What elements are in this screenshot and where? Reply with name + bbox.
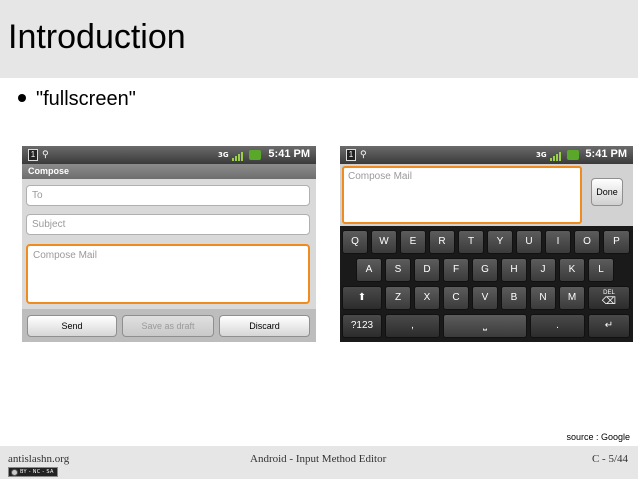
compose-button-bar: Send Save as draft Discard [22,309,316,342]
fullscreen-extract-area: Compose Mail Done [340,164,633,226]
bullet-item: "fullscreen" [18,88,136,111]
status-time: 5:41 PM [585,148,627,160]
comma-key[interactable]: , [385,314,440,338]
battery-icon [567,150,579,160]
compose-header: Compose [22,164,316,179]
usb-icon: ⚲ [360,150,367,160]
slide-footer: antislashn.org Android - Input Method Ed… [0,446,638,479]
slide-title: Introduction [8,18,186,56]
subject-field[interactable]: Subject [26,214,310,235]
key-l[interactable]: L [588,258,614,282]
key-h[interactable]: H [501,258,527,282]
symbols-key[interactable]: ?123 [342,314,382,338]
footer-topic: Android - Input Method Editor [250,453,387,465]
key-u[interactable]: U [516,230,542,254]
compose-mail-fullscreen-field[interactable]: Compose Mail [342,166,582,224]
compose-body: Compose To Subject Compose Mail Send Sav… [22,164,316,342]
bullet-text: "fullscreen" [36,88,136,110]
compose-screenshot: 1 ⚲ 3G 5:41 PM Compose To Subject Compos… [22,146,316,342]
cc-license-text: BY - NC - SA [20,469,54,475]
delete-key[interactable]: DEL ⌫ [588,286,630,310]
usb-icon: ⚲ [42,150,49,160]
footer-site: antislashn.org [8,453,70,465]
send-button[interactable]: Send [27,315,117,337]
key-t[interactable]: T [458,230,484,254]
key-m[interactable]: M [559,286,585,310]
to-field[interactable]: To [26,185,310,206]
title-bar: Introduction [0,0,638,78]
key-g[interactable]: G [472,258,498,282]
key-f[interactable]: F [443,258,469,282]
save-draft-button[interactable]: Save as draft [122,315,214,337]
notification-icon: 1 [346,149,356,161]
shift-key[interactable]: ⬆ [342,286,382,310]
cc-icon [11,468,18,476]
soft-keyboard: Q W E R T Y U I O P A S D F G H J K L ⬆ … [340,226,633,342]
key-o[interactable]: O [574,230,600,254]
network-3g-icon: 3G [536,151,547,159]
key-r[interactable]: R [429,230,455,254]
signal-icon [232,150,246,161]
key-a[interactable]: A [356,258,382,282]
battery-icon [249,150,261,160]
key-q[interactable]: Q [342,230,368,254]
key-p[interactable]: P [603,230,630,254]
key-z[interactable]: Z [385,286,411,310]
enter-key[interactable]: ↵ [588,314,630,338]
notification-icon: 1 [28,149,38,161]
signal-icon [550,150,564,161]
network-3g-icon: 3G [218,151,229,159]
done-button[interactable]: Done [591,178,623,206]
fullscreen-screenshot: 1 ⚲ 3G 5:41 PM Compose Mail Done Q W E R… [340,146,633,342]
key-s[interactable]: S [385,258,411,282]
key-c[interactable]: C [443,286,469,310]
status-bar: 1 ⚲ 3G 5:41 PM [22,146,316,164]
key-k[interactable]: K [559,258,585,282]
space-key[interactable]: ⎵ [443,314,527,338]
key-d[interactable]: D [414,258,440,282]
compose-mail-field[interactable]: Compose Mail [26,244,310,304]
backspace-icon: ⌫ [601,296,617,307]
key-x[interactable]: X [414,286,440,310]
key-n[interactable]: N [530,286,556,310]
status-time: 5:41 PM [268,148,310,160]
key-e[interactable]: E [400,230,426,254]
key-j[interactable]: J [530,258,556,282]
key-v[interactable]: V [472,286,498,310]
key-y[interactable]: Y [487,230,513,254]
status-bar: 1 ⚲ 3G 5:41 PM [340,146,633,164]
key-i[interactable]: I [545,230,571,254]
creative-commons-badge: BY - NC - SA [8,467,58,477]
source-note: source : Google [566,432,630,442]
bullet-dot [18,93,26,102]
key-b[interactable]: B [501,286,527,310]
footer-page-number: C - 5/44 [591,453,628,465]
key-w[interactable]: W [371,230,397,254]
discard-button[interactable]: Discard [219,315,310,337]
period-key[interactable]: . [530,314,585,338]
